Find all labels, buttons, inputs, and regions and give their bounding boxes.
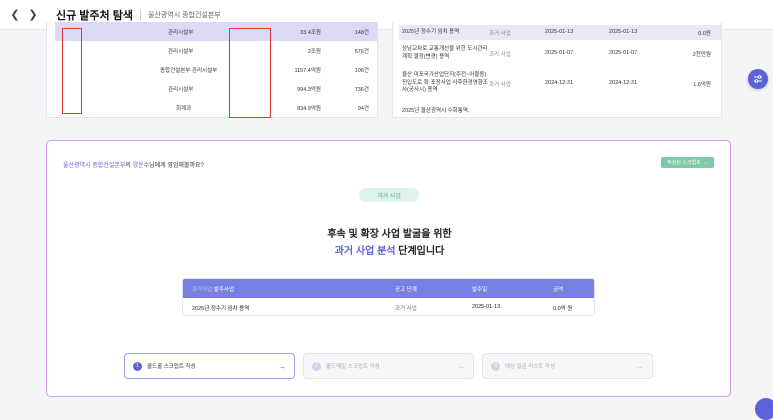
table-row[interactable]: 관리시설부 2조원 576건: [55, 41, 377, 60]
amount-cell: 1.6억원: [693, 82, 711, 88]
department-table-card: 관리시설부 33.4조원 148건 관리시설부 2조원 576건 종합건설본부 …: [46, 22, 378, 118]
sliders-icon: [754, 75, 762, 83]
stage-cell: 과거 사업: [489, 31, 511, 37]
redaction-box: [62, 28, 82, 114]
amount-cell: 0.0원: [698, 31, 711, 37]
question-mid: 의: [125, 163, 133, 169]
step-number: 1: [133, 361, 142, 371]
project-name-cell: 상남교차로 교통개선을 위한 도시관리계획 결정(변경) 용역: [402, 46, 488, 60]
arrow-right-icon: →: [457, 361, 465, 371]
chat-button[interactable]: [755, 398, 773, 420]
step-label: 콜드메일 스크립트 작성: [326, 364, 380, 370]
step-number: 3: [491, 361, 500, 371]
table-row[interactable]: 관리시설부 994.3억원 736건: [55, 79, 377, 98]
filter-settings-button[interactable]: [748, 69, 768, 89]
date-cell: 2025-01-07: [545, 50, 574, 56]
amount-cell: 2조원: [307, 49, 321, 55]
dept-cell: 회계과: [176, 106, 192, 112]
project-name-cell: 2025년 정수기 임차 용역: [402, 29, 460, 35]
chevron-down-icon: ⌄: [703, 159, 708, 166]
date-cell: 2025-01-13: [609, 29, 638, 35]
header-date: 발주일: [472, 287, 488, 293]
step-label: 예상 질문 리스트 작성: [505, 364, 556, 370]
header-name-label: 발주사업: [213, 287, 235, 293]
back-arrow-icon[interactable]: ❮: [6, 8, 24, 21]
question-end: 님에게 영업해볼까요?: [149, 163, 204, 169]
table-row[interactable]: 회계과 834.9억원 94건: [55, 98, 377, 117]
amount-cell: 1157.4억원: [294, 68, 321, 74]
title-divider: [139, 9, 141, 20]
amount-cell: 994.3억원: [297, 87, 321, 93]
step-label: 콜드콜 스크립트 작성: [147, 364, 196, 370]
step-cold-mail[interactable]: 2 콜드메일 스크립트 작성 →: [303, 353, 474, 379]
table-row[interactable]: 관리시설부 33.4조원 148건: [55, 22, 377, 41]
amount-cell: 2천만원: [692, 52, 711, 58]
table-header: 과거사업 발주사업 공고 단계 발주일 금액: [183, 279, 594, 298]
forward-arrow-icon[interactable]: ❯: [24, 8, 42, 21]
project-table-card: 2025년 정수기 임차 용역 과거 사업 2025-01-13 2025-01…: [392, 22, 722, 118]
dept-cell: 관리시설부: [168, 49, 194, 55]
date-cell: 2024-12-31: [609, 80, 638, 86]
redaction-box: [229, 28, 271, 118]
dept-cell: 관리시설부: [168, 87, 194, 93]
question-org: 울산광역시 종합건설본부: [63, 163, 126, 169]
header-amount: 금액: [553, 287, 564, 293]
sales-guide-card: 울산광역시 종합건설본부의 양운수님에게 영업해볼까요? 작성된 스크립트 ⌄ …: [46, 140, 731, 397]
saved-script-label: 작성된 스크립트: [667, 160, 701, 166]
count-cell: 736건: [354, 87, 369, 93]
table-row[interactable]: 2025년 정수기 임차 용역 과거 사업 2025-01-13 2025-01…: [399, 25, 721, 40]
amount-cell: 834.9억원: [297, 106, 321, 112]
saved-script-button[interactable]: 작성된 스크립트 ⌄: [661, 157, 714, 168]
count-cell: 106건: [354, 68, 369, 74]
headline-line1: 후속 및 확장 사업 발굴을 위한: [327, 229, 452, 240]
sales-question: 울산광역시 종합건설본부의 양운수님에게 영업해볼까요?: [63, 160, 204, 169]
header-name: 과거사업 발주사업: [192, 285, 234, 293]
count-cell: 94건: [357, 106, 369, 112]
count-cell: 148건: [354, 30, 369, 36]
header-stage: 공고 단계: [395, 287, 417, 293]
table-row[interactable]: 종합건설본부 관리시설부 1157.4억원 106건: [55, 60, 377, 79]
stage-cell: 과거 사업: [489, 52, 511, 58]
dept-cell: 관리시설부: [168, 30, 194, 36]
date-cell: 2025-01-13: [545, 29, 574, 35]
arrow-right-icon: →: [278, 361, 286, 371]
arrow-right-icon: →: [636, 361, 644, 371]
project-name-cell: 2025년 울산광역시 수화통역..: [402, 108, 471, 114]
date-cell: 2025-01-13: [472, 304, 501, 310]
page-title: 신규 발주처 탐색: [56, 9, 133, 22]
table-row[interactable]: 2025년 울산광역시 수화통역..: [399, 106, 721, 117]
headline-highlight: 과거 사업 분석: [334, 246, 396, 257]
table-row[interactable]: 2025년 정수기 임차 용역 과거 사업 2025-01-13 0.0억 원: [183, 298, 594, 315]
headline-line2: 과거 사업 분석 단계입니다: [47, 242, 732, 257]
date-cell: 2025-01-07: [609, 50, 638, 56]
question-name: 양운수: [132, 163, 150, 169]
date-cell: 2024-12-31: [545, 80, 574, 86]
stage-badge: 과거 사업: [359, 188, 419, 202]
stage-cell: 과거 사업: [395, 306, 417, 312]
project-name-cell: 울산 미포국가산업단지(주전~어물동) 진입도로 확·포장사업 사후환경영향조사…: [402, 72, 488, 93]
project-name-cell: 2025년 정수기 임차 용역: [192, 306, 250, 312]
step-question-list[interactable]: 3 예상 질문 리스트 작성 →: [482, 353, 653, 379]
header-prefix: 과거사업: [192, 287, 213, 293]
amount-cell: 0.0억 원: [553, 306, 573, 312]
step-number: 2: [312, 361, 321, 371]
past-project-table: 과거사업 발주사업 공고 단계 발주일 금액 2025년 정수기 임차 용역 과…: [182, 278, 595, 316]
table-row[interactable]: 울산 미포국가산업단지(주전~어물동) 진입도로 확·포장사업 사후환경영향조사…: [399, 70, 721, 100]
amount-cell: 33.4조원: [300, 30, 321, 36]
dept-cell: 종합건설본부 관리시설부: [160, 68, 218, 74]
stage-cell: 과거 사업: [489, 82, 511, 88]
headline-end: 단계입니다: [395, 246, 445, 257]
count-cell: 576건: [354, 49, 369, 55]
breadcrumb: 울산광역시 종합건설본부: [147, 11, 221, 19]
step-cold-call[interactable]: 1 콜드콜 스크립트 작성 →: [124, 353, 295, 379]
table-row[interactable]: 상남교차로 교통개선을 위한 도시관리계획 결정(변경) 용역 과거 사업 20…: [399, 44, 721, 66]
